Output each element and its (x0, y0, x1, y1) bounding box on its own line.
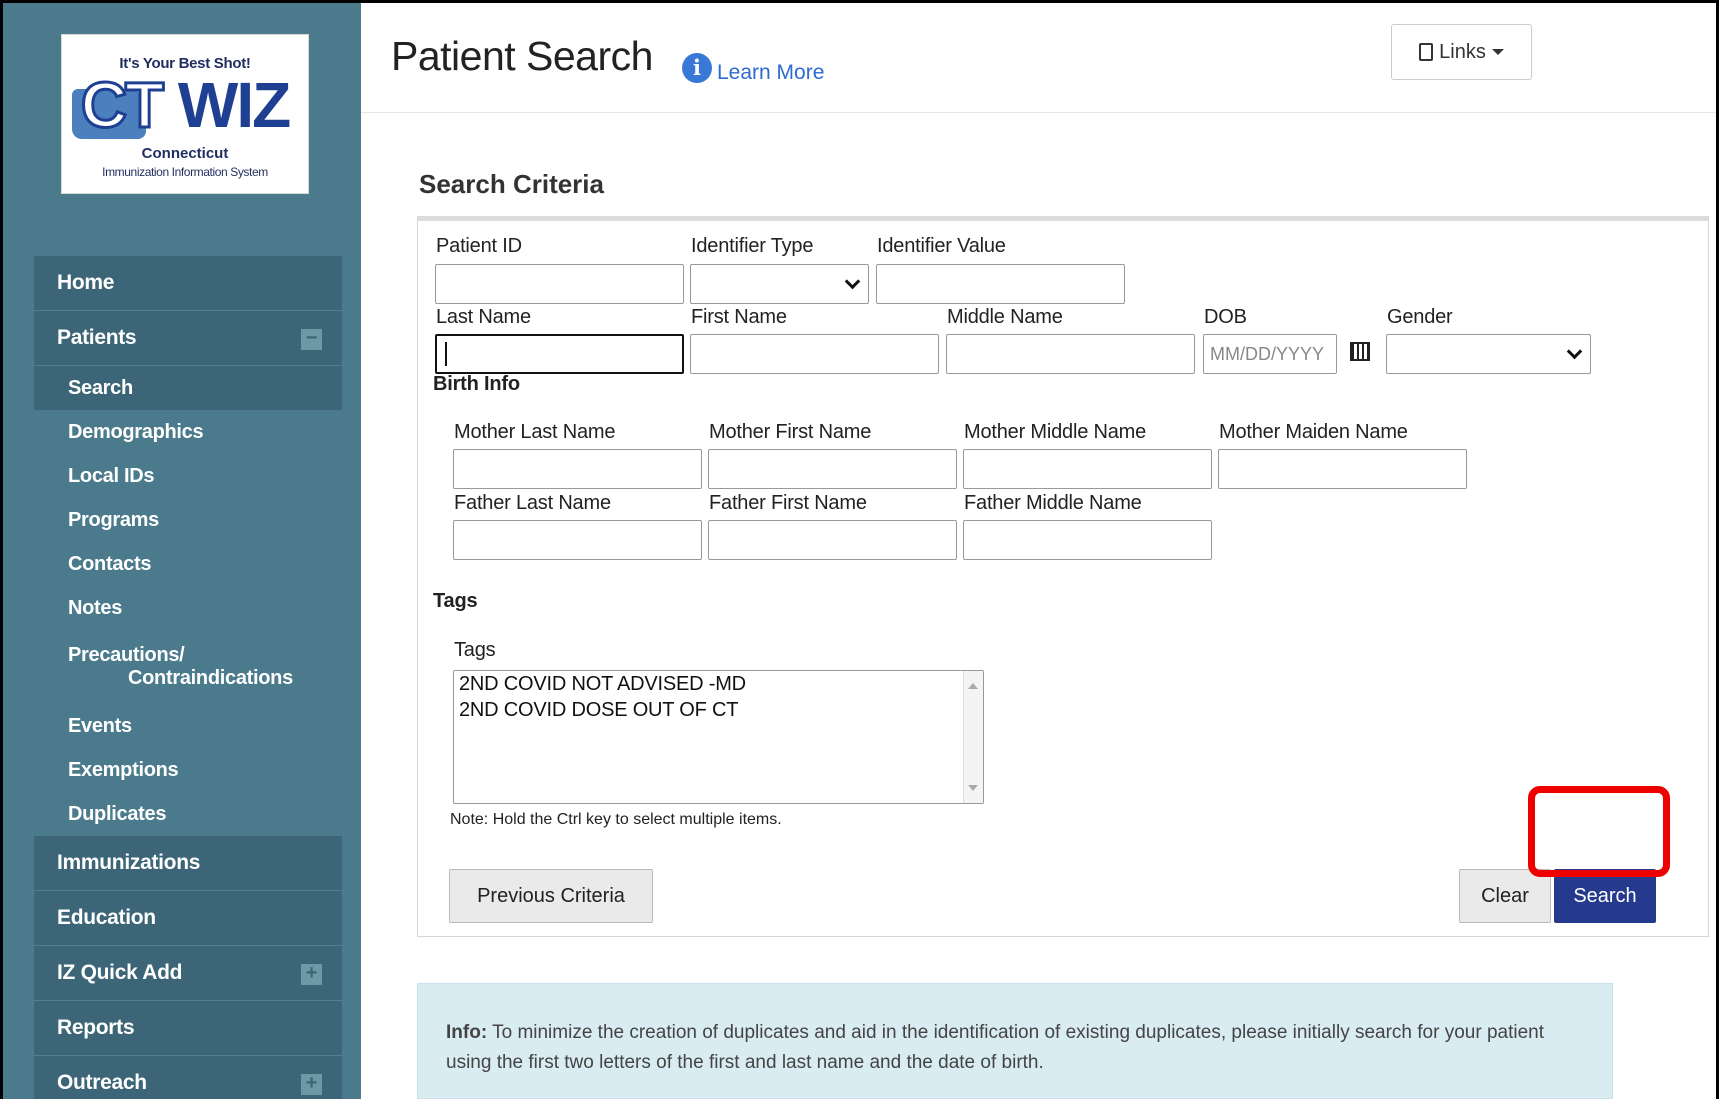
logo-region: Connecticut (141, 145, 229, 162)
sidebar-item-patients[interactable]: Patients − (34, 311, 342, 366)
collapse-icon[interactable]: − (301, 328, 322, 350)
main-content: Patient Search i Learn More Links Search… (361, 3, 1716, 1099)
middle-name-input[interactable] (946, 334, 1195, 374)
mother-last-name-label: Mother Last Name (454, 421, 616, 443)
sidebar-item-exemptions[interactable]: Exemptions (34, 748, 342, 792)
gender-label: Gender (1387, 306, 1453, 328)
logo-system: Immunization Information System (102, 165, 268, 179)
sidebar-item-programs[interactable]: Programs (34, 498, 342, 542)
links-dropdown-button[interactable]: Links (1391, 24, 1532, 80)
document-icon (1419, 43, 1434, 61)
sidebar-item-reports[interactable]: Reports (34, 1001, 342, 1056)
tag-option[interactable]: 2ND COVID DOSE OUT OF CT (454, 697, 983, 723)
mother-middle-name-input[interactable] (963, 449, 1212, 489)
search-button[interactable]: Search (1554, 869, 1656, 923)
scroll-up-icon[interactable] (968, 683, 978, 689)
sidebar-item-duplicates[interactable]: Duplicates (34, 792, 342, 836)
identifier-value-input[interactable] (876, 264, 1125, 304)
caret-down-icon (1491, 49, 1504, 55)
mother-maiden-name-input[interactable] (1218, 449, 1467, 489)
info-lead: Info: (446, 1022, 488, 1043)
chevron-down-icon (1566, 343, 1583, 360)
expand-icon[interactable]: + (301, 1073, 322, 1095)
first-name-input[interactable] (690, 334, 939, 374)
learn-more-link[interactable]: Learn More (717, 61, 824, 85)
search-button-highlight (1528, 786, 1670, 877)
father-middle-name-label: Father Middle Name (964, 492, 1142, 514)
sidebar-item-local-ids[interactable]: Local IDs (34, 454, 342, 498)
sidebar-item-precautions[interactable]: Precautions/Contraindications (34, 630, 342, 704)
sidebar-item-demographics[interactable]: Demographics (34, 410, 342, 454)
page-header: Patient Search i Learn More Links (361, 3, 1716, 113)
first-name-label: First Name (691, 306, 787, 328)
logo-wordmark: CT WIZ (79, 69, 291, 141)
mother-middle-name-label: Mother Middle Name (964, 421, 1147, 443)
last-name-input[interactable] (435, 334, 684, 374)
sidebar: It's Your Best Shot! CT WIZ Connecticut … (3, 3, 361, 1099)
page-title: Patient Search (391, 33, 653, 79)
info-text: Info: To minimize the creation of duplic… (446, 1022, 1545, 1073)
text-cursor (445, 342, 447, 366)
scroll-down-icon[interactable] (968, 785, 978, 791)
tags-label: Tags (454, 639, 496, 661)
sidebar-item-education[interactable]: Education (34, 891, 342, 946)
identifier-type-select[interactable] (690, 264, 869, 304)
sidebar-item-outreach[interactable]: Outreach + (34, 1056, 342, 1099)
mother-first-name-input[interactable] (708, 449, 957, 489)
sidebar-item-notes[interactable]: Notes (34, 586, 342, 630)
search-criteria-heading: Search Criteria (419, 169, 604, 199)
links-label: Links (1439, 40, 1486, 63)
sidebar-item-iz-quick-add[interactable]: IZ Quick Add + (34, 946, 342, 1001)
birth-info-heading: Birth Info (433, 373, 520, 395)
multi-select-note: Note: Hold the Ctrl key to select multip… (450, 811, 782, 828)
sidebar-item-events[interactable]: Events (34, 704, 342, 748)
dob-input[interactable]: MM/DD/YYYY (1203, 334, 1337, 374)
previous-criteria-button[interactable]: Previous Criteria (449, 869, 653, 923)
search-criteria-panel: Patient ID Identifier Type Identifier Va… (417, 216, 1709, 937)
sidebar-item-search[interactable]: Search (34, 366, 342, 410)
scrollbar[interactable] (963, 671, 983, 803)
chevron-down-icon (844, 273, 861, 290)
sidebar-item-contacts[interactable]: Contacts (34, 542, 342, 586)
middle-name-label: Middle Name (947, 306, 1063, 328)
mother-last-name-input[interactable] (453, 449, 702, 489)
patient-id-label: Patient ID (436, 235, 522, 257)
father-middle-name-input[interactable] (963, 520, 1212, 560)
mother-maiden-name-label: Mother Maiden Name (1219, 421, 1408, 443)
father-last-name-label: Father Last Name (454, 492, 611, 514)
app-window: It's Your Best Shot! CT WIZ Connecticut … (3, 3, 1716, 1099)
mother-first-name-label: Mother First Name (709, 421, 872, 443)
tag-option[interactable]: 2ND COVID NOT ADVISED -MD (454, 671, 983, 697)
last-name-label: Last Name (436, 306, 531, 328)
tags-heading: Tags (433, 590, 478, 612)
gender-select[interactable] (1386, 334, 1591, 374)
sidebar-nav: Home Patients − Search Demographics Local… (34, 256, 342, 1099)
dob-label: DOB (1204, 306, 1247, 328)
sidebar-item-home[interactable]: Home (34, 256, 342, 311)
clear-button[interactable]: Clear (1459, 869, 1551, 923)
info-alert: Info: To minimize the creation of duplic… (417, 983, 1613, 1099)
father-first-name-label: Father First Name (709, 492, 867, 514)
expand-icon[interactable]: + (301, 963, 322, 985)
father-first-name-input[interactable] (708, 520, 957, 560)
patient-id-input[interactable] (435, 264, 684, 304)
identifier-value-label: Identifier Value (877, 235, 1006, 257)
identifier-type-label: Identifier Type (691, 235, 814, 257)
father-last-name-input[interactable] (453, 520, 702, 560)
calendar-icon[interactable] (1350, 342, 1370, 361)
ct-wiz-logo[interactable]: It's Your Best Shot! CT WIZ Connecticut … (61, 34, 309, 194)
tags-listbox[interactable]: 2ND COVID NOT ADVISED -MD 2ND COVID DOSE… (453, 670, 984, 804)
sidebar-item-immunizations[interactable]: Immunizations (34, 836, 342, 891)
dob-placeholder: MM/DD/YYYY (1210, 343, 1325, 364)
info-icon[interactable]: i (682, 53, 712, 83)
